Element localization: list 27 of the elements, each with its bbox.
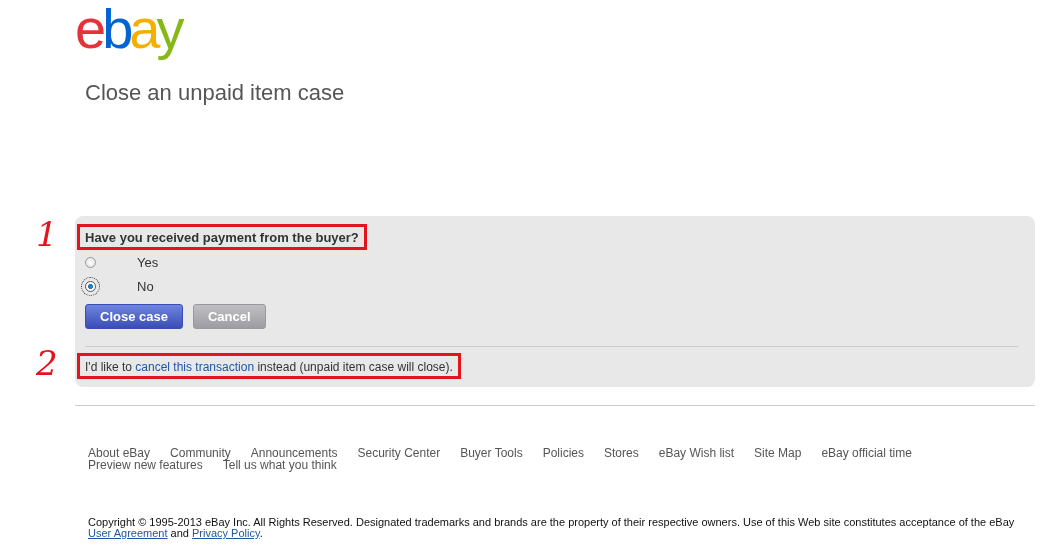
footer-link[interactable]: eBay official time bbox=[821, 447, 912, 459]
radio-button[interactable] bbox=[85, 280, 96, 292]
footer-link[interactable]: Community bbox=[170, 447, 231, 459]
annotation-number: 2 bbox=[36, 346, 58, 380]
footer-link[interactable]: Tell us what you think bbox=[222, 459, 337, 471]
page-title: Close an unpaid item case bbox=[85, 80, 346, 106]
close-case-button[interactable]: Close case bbox=[85, 304, 183, 329]
copyright-text: Copyright © 1995-2013 eBay Inc. All Rights Reserved. Designated trademarks and brands are the property of their respective owners. Use of this Web site constitutes acceptance of the eBay User Agreement and Privacy Policy. bbox=[88, 517, 1016, 539]
footer-link[interactable]: Security Center bbox=[357, 447, 441, 459]
footer-link[interactable]: Stores bbox=[604, 447, 639, 459]
option-label[interactable]: Yes bbox=[137, 254, 159, 270]
footer-link[interactable]: Preview new features bbox=[88, 459, 203, 471]
option-label[interactable]: No bbox=[137, 278, 154, 294]
footer-link[interactable]: About eBay bbox=[88, 447, 151, 459]
cancel-transaction-link[interactable]: cancel this transaction bbox=[135, 360, 255, 374]
radio-button[interactable] bbox=[85, 256, 96, 268]
footer-link[interactable]: Announcements bbox=[250, 447, 338, 459]
footer-link[interactable]: Buyer Tools bbox=[460, 447, 523, 459]
footer-link[interactable]: eBay Wish list bbox=[658, 447, 735, 459]
annotation-number: 1 bbox=[36, 217, 58, 251]
question-text: Have you received payment from the buyer? bbox=[85, 230, 359, 245]
user-agreement-link[interactable]: User Agreement bbox=[88, 527, 168, 539]
ebay-logo[interactable]: ebay bbox=[75, 0, 187, 60]
privacy-policy-link[interactable]: Privacy Policy bbox=[191, 527, 260, 539]
cancel-transaction-text: I'd like to cancel this transaction instead (unpaid item case will close). bbox=[85, 360, 453, 374]
footer-link[interactable]: Site Map bbox=[754, 447, 802, 459]
footer-link[interactable]: Policies bbox=[542, 447, 584, 459]
